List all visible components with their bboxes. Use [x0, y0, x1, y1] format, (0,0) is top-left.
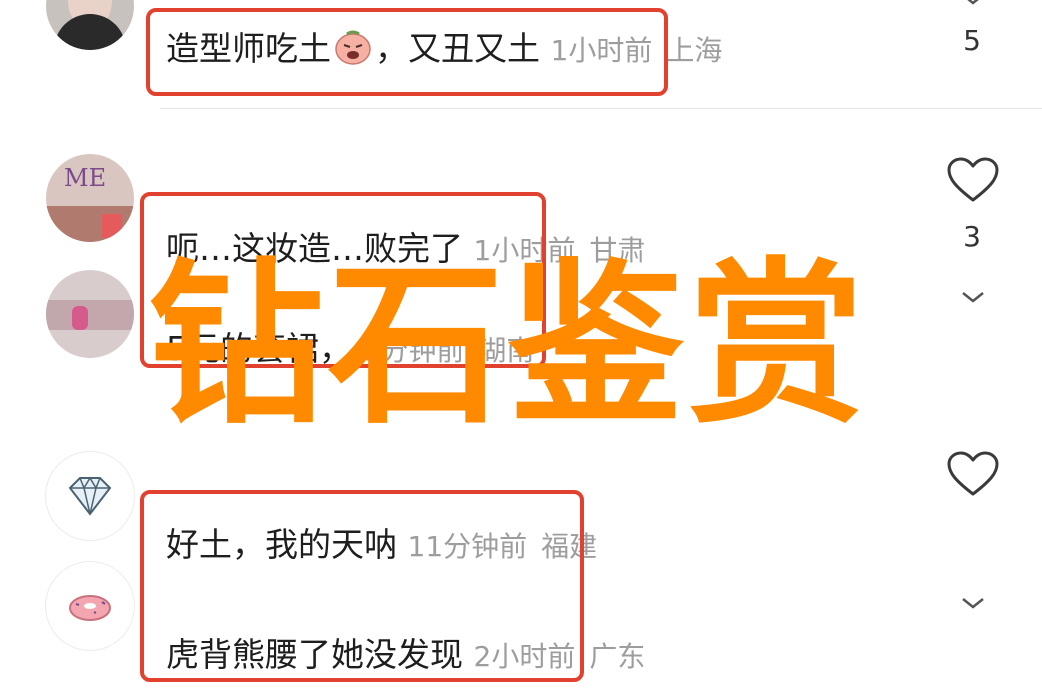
comment-location: 上海	[666, 34, 723, 67]
watermark-text: 钻石鉴赏	[148, 243, 869, 448]
chevron-down-icon[interactable]	[959, 596, 987, 615]
heart-outline-icon[interactable]	[946, 450, 1000, 502]
comment-location: 广东	[589, 640, 646, 673]
like-count: 3	[963, 220, 981, 253]
avatar[interactable]	[46, 270, 134, 358]
diamond-icon	[66, 476, 114, 520]
highlight-box	[146, 8, 668, 96]
donut-icon	[66, 590, 114, 626]
highlight-box	[140, 490, 584, 682]
heart-outline-icon[interactable]	[946, 156, 1000, 208]
divider	[160, 108, 1042, 109]
chevron-down-icon[interactable]	[959, 290, 987, 309]
like-count: 5	[963, 24, 981, 57]
avatar[interactable]	[46, 0, 134, 50]
chevron-down-icon[interactable]	[959, 0, 987, 11]
avatar[interactable]	[46, 452, 134, 540]
avatar[interactable]: ME	[46, 154, 134, 242]
avatar[interactable]	[46, 562, 134, 650]
